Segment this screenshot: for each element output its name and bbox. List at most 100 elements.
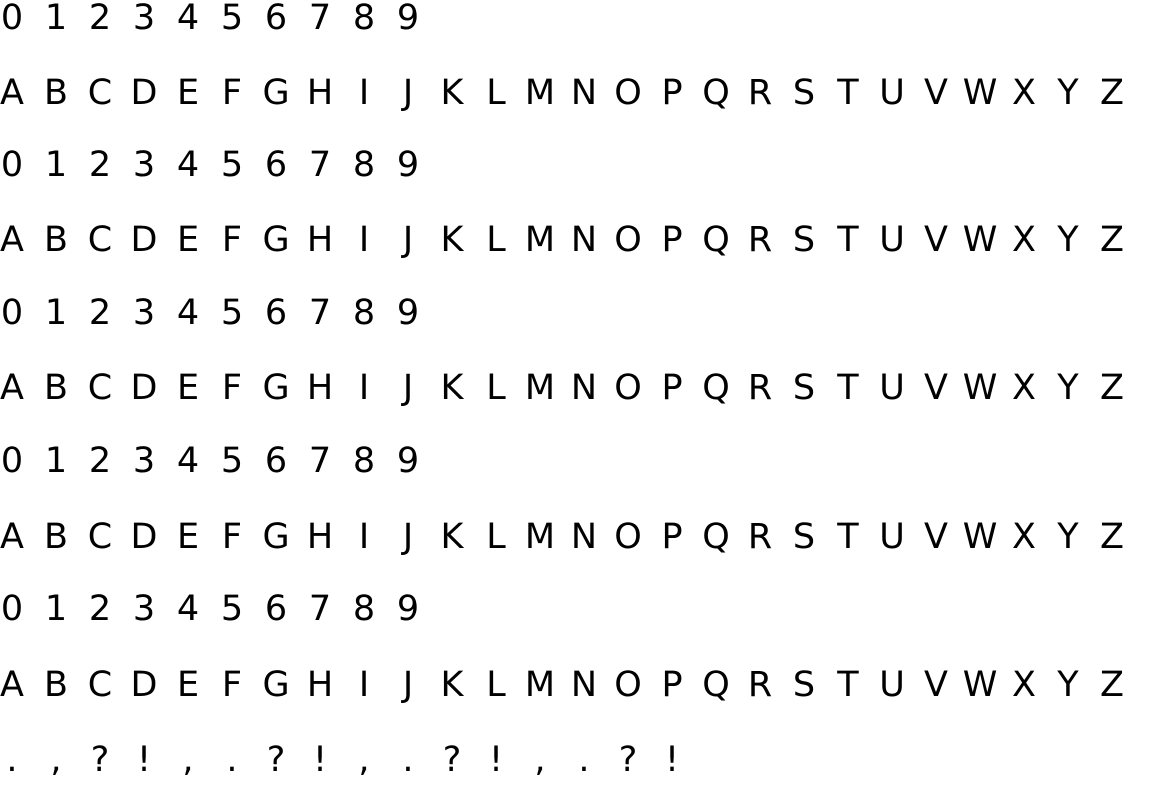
character-glyph: L xyxy=(486,220,506,260)
character-glyph: M xyxy=(524,517,556,557)
character-glyph: , xyxy=(182,740,194,780)
character-glyph: P xyxy=(661,368,683,408)
character-glyph: W xyxy=(962,517,998,557)
character-glyph: 4 xyxy=(176,145,200,185)
character-glyph: 7 xyxy=(308,145,332,185)
character-glyph: M xyxy=(524,220,556,260)
character-glyph: ? xyxy=(618,740,638,780)
character-glyph: 2 xyxy=(88,441,112,481)
character-glyph: D xyxy=(130,368,158,408)
character-glyph: 0 xyxy=(0,293,24,333)
character-glyph: 8 xyxy=(352,293,376,333)
character-glyph: W xyxy=(962,73,998,113)
character-glyph: N xyxy=(570,517,598,557)
character-glyph: F xyxy=(221,368,243,408)
character-glyph: T xyxy=(837,517,859,557)
character-glyph: N xyxy=(570,73,598,113)
character-glyph: ! xyxy=(488,740,504,780)
character-glyph: S xyxy=(792,517,816,557)
character-glyph: M xyxy=(524,73,556,113)
character-glyph: U xyxy=(879,220,905,260)
character-glyph: K xyxy=(440,73,464,113)
character-glyph: 7 xyxy=(308,589,332,629)
character-glyph: P xyxy=(661,665,683,705)
character-glyph: 7 xyxy=(308,0,332,38)
character-glyph: , xyxy=(50,740,62,780)
character-glyph: L xyxy=(486,665,506,705)
character-glyph: X xyxy=(1012,517,1036,557)
character-glyph: 2 xyxy=(88,0,112,38)
character-glyph: D xyxy=(130,220,158,260)
character-glyph: 1 xyxy=(44,145,68,185)
character-glyph: . xyxy=(578,740,590,780)
character-glyph: A xyxy=(0,368,24,408)
character-glyph: O xyxy=(614,220,642,260)
character-glyph: N xyxy=(570,665,598,705)
character-glyph: V xyxy=(924,220,948,260)
character-row: ABCDEFGHIJKLMNOPQRSTUVWXYZ xyxy=(0,663,1167,707)
character-glyph: 7 xyxy=(308,441,332,481)
character-glyph: N xyxy=(570,368,598,408)
character-glyph: M xyxy=(524,665,556,705)
character-glyph: H xyxy=(306,73,334,113)
character-glyph: 9 xyxy=(396,293,420,333)
character-glyph: E xyxy=(176,73,200,113)
character-glyph: . xyxy=(402,740,414,780)
character-glyph: X xyxy=(1012,368,1036,408)
character-glyph: 1 xyxy=(44,441,68,481)
character-glyph: N xyxy=(570,220,598,260)
character-glyph: S xyxy=(792,368,816,408)
character-glyph: 4 xyxy=(176,293,200,333)
character-glyph: 3 xyxy=(132,145,156,185)
character-glyph: 5 xyxy=(220,293,244,333)
character-glyph: B xyxy=(43,220,68,260)
character-glyph: B xyxy=(43,73,68,113)
character-glyph: 5 xyxy=(220,589,244,629)
character-glyph: ! xyxy=(664,740,680,780)
character-glyph: Q xyxy=(702,665,730,705)
character-glyph: . xyxy=(6,740,18,780)
character-glyph: V xyxy=(924,517,948,557)
character-row: 0123456789 xyxy=(0,587,1167,631)
character-glyph: R xyxy=(747,220,773,260)
character-glyph: 3 xyxy=(132,441,156,481)
character-glyph: Z xyxy=(1100,368,1124,408)
character-glyph: I xyxy=(358,220,370,260)
character-row: 0123456789 xyxy=(0,439,1167,483)
character-glyph: M xyxy=(524,368,556,408)
character-glyph: A xyxy=(0,665,24,705)
character-glyph: J xyxy=(402,665,414,705)
character-glyph: 0 xyxy=(0,589,24,629)
character-glyph: V xyxy=(924,368,948,408)
character-glyph: E xyxy=(176,517,200,557)
character-glyph: I xyxy=(358,665,370,705)
character-glyph: 0 xyxy=(0,145,24,185)
character-glyph: E xyxy=(176,665,200,705)
character-glyph: ? xyxy=(266,740,286,780)
character-glyph: G xyxy=(262,517,290,557)
character-glyph: F xyxy=(221,220,243,260)
character-row: 0123456789 xyxy=(0,143,1167,187)
character-glyph: P xyxy=(661,73,683,113)
character-glyph: Y xyxy=(1057,220,1079,260)
character-glyph: X xyxy=(1012,73,1036,113)
character-glyph: X xyxy=(1012,220,1036,260)
character-glyph: ? xyxy=(442,740,462,780)
character-glyph: 2 xyxy=(88,145,112,185)
character-glyph: 4 xyxy=(176,0,200,38)
character-glyph: U xyxy=(879,517,905,557)
character-glyph: J xyxy=(402,220,414,260)
character-glyph: 8 xyxy=(352,441,376,481)
character-glyph: W xyxy=(962,665,998,705)
character-glyph: 5 xyxy=(220,441,244,481)
character-glyph: 3 xyxy=(132,0,156,38)
character-glyph: 6 xyxy=(264,441,288,481)
character-row: ABCDEFGHIJKLMNOPQRSTUVWXYZ xyxy=(0,366,1167,410)
character-glyph: U xyxy=(879,368,905,408)
character-glyph: O xyxy=(614,368,642,408)
character-glyph: Y xyxy=(1057,368,1079,408)
character-glyph: B xyxy=(43,517,68,557)
character-glyph: 7 xyxy=(308,293,332,333)
character-glyph: U xyxy=(879,665,905,705)
character-glyph: , xyxy=(358,740,370,780)
